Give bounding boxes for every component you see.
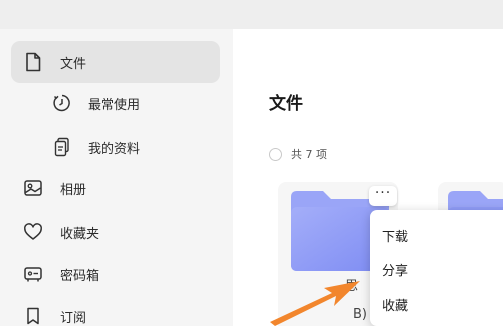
context-menu: 下载 分享 收藏 [370, 210, 503, 326]
page-title: 文件 [269, 94, 303, 114]
sidebar-item-label: 收藏夹 [60, 226, 100, 242]
sidebar-item-label: 订阅 [60, 310, 87, 326]
sidebar-item-subscriptions[interactable]: 订阅 [23, 305, 86, 326]
folder-size: B) [353, 307, 367, 322]
menu-item-favorite[interactable]: 收藏 [382, 295, 408, 314]
more-options-button[interactable]: ··· [369, 186, 397, 206]
sidebar-item-favorites[interactable]: 收藏夹 [23, 221, 99, 243]
sidebar-item-label: 文件 [60, 56, 87, 72]
menu-item-share[interactable]: 分享 [382, 260, 408, 279]
menu-item-download[interactable]: 下载 [382, 226, 408, 245]
select-all-checkbox[interactable] [269, 147, 282, 161]
sidebar: 文件 最常使用 我的资料 相册 收藏夹 密码箱 订阅 [0, 29, 233, 326]
safe-icon [23, 264, 43, 284]
clock-icon [52, 93, 72, 113]
sidebar-item-album[interactable]: 相册 [23, 177, 86, 199]
sidebar-item-my-materials[interactable]: 我的资料 [52, 136, 140, 158]
heart-icon [23, 222, 43, 242]
item-count: 共 7 项 [291, 148, 327, 161]
sidebar-item-label: 我的资料 [88, 141, 141, 157]
sidebar-item-frequent[interactable]: 最常使用 [52, 92, 140, 114]
bookmark-icon [23, 306, 43, 326]
top-bar [0, 0, 503, 29]
app-window: 文件 最常使用 我的资料 相册 收藏夹 密码箱 订阅 文件 共 7 项 ··· … [0, 0, 503, 326]
sidebar-item-label: 最常使用 [88, 97, 141, 113]
sidebar-item-label: 密码箱 [60, 268, 100, 284]
sidebar-item-files[interactable]: 文件 [11, 41, 220, 83]
sidebar-item-label: 相册 [60, 182, 87, 198]
select-all[interactable]: 共 7 项 [269, 146, 327, 162]
folder-name: 思 [345, 279, 359, 294]
file-icon [23, 52, 43, 72]
photo-album-icon [23, 178, 43, 198]
sidebar-item-password-box[interactable]: 密码箱 [23, 263, 99, 285]
documents-icon [52, 137, 72, 157]
